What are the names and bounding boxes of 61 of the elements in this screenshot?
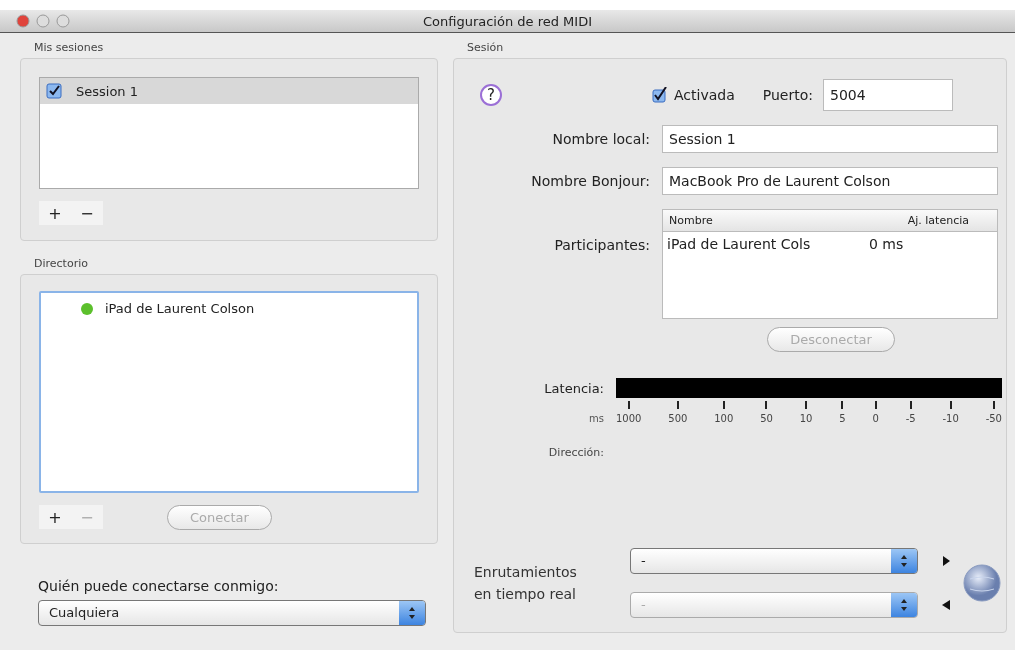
window-title: Configuración de red MIDI xyxy=(422,13,593,29)
scale-label: -10 xyxy=(942,413,959,424)
stepper-arrows-icon xyxy=(900,598,908,612)
add-button[interactable]: + xyxy=(39,505,71,529)
scale-label: 5 xyxy=(839,413,846,424)
output-arrow-icon xyxy=(942,556,950,566)
globe-icon xyxy=(962,563,1002,603)
scale-label: -50 xyxy=(985,413,1002,424)
group-label: Directorio xyxy=(33,256,89,272)
stepper-arrows-icon xyxy=(900,554,908,568)
help-button[interactable]: ? xyxy=(480,84,502,106)
tick-mark xyxy=(765,401,768,409)
close-button[interactable] xyxy=(16,14,30,28)
scale-label: 500 xyxy=(668,413,688,424)
field-label: Latencia: xyxy=(543,380,604,396)
field-label: Participantes: xyxy=(553,237,650,253)
group-label: Sesión xyxy=(466,40,505,56)
field-label: Nombre Bonjour: xyxy=(530,173,650,189)
tick-mark xyxy=(949,401,952,409)
session-name: Session 1 xyxy=(76,83,138,99)
bonjour-name-field[interactable]: MacBook Pro de Laurent Colson xyxy=(662,167,998,195)
tick-mark xyxy=(722,401,725,409)
scale-label: 50 xyxy=(760,413,773,424)
scale-label: -5 xyxy=(905,413,916,424)
popup-select[interactable]: Cualquiera xyxy=(38,600,426,626)
tick-mark xyxy=(676,401,679,409)
input-arrow-icon xyxy=(942,600,950,610)
tick-mark xyxy=(909,401,912,409)
tick-mark xyxy=(841,401,844,409)
session-row[interactable]: Session 1 xyxy=(40,78,418,104)
minimize-button[interactable] xyxy=(36,14,50,28)
scale-label: 1000 xyxy=(616,413,642,424)
local-name-field[interactable]: Session 1 xyxy=(662,125,998,153)
group-label: Mis sesiones xyxy=(33,40,105,56)
column-header[interactable]: Aj. latencia xyxy=(865,214,975,227)
tick-mark xyxy=(627,401,630,409)
unit-label: ms xyxy=(588,413,604,424)
tick-mark xyxy=(992,401,995,409)
enabled-checkbox[interactable]: Activada xyxy=(652,87,735,103)
remove-button[interactable]: − xyxy=(71,201,103,225)
zoom-button[interactable] xyxy=(56,14,70,28)
device-name[interactable]: iPad de Laurent Colson xyxy=(105,301,255,316)
field-label: Dirección: xyxy=(547,446,604,459)
scale-label: 100 xyxy=(714,413,734,424)
stepper-arrows-icon xyxy=(408,606,416,620)
scale-label: 10 xyxy=(799,413,813,424)
port-field[interactable]: 5004 xyxy=(822,79,953,111)
scale-label: 0 xyxy=(872,413,879,424)
checkbox[interactable] xyxy=(652,87,668,103)
field-label: Puerto: xyxy=(762,87,813,103)
table-cell-text: iPad de Laurent Cols xyxy=(666,236,812,252)
table-cell-text: 0 ms xyxy=(868,236,905,252)
add-button[interactable]: + xyxy=(39,201,71,225)
tick-mark xyxy=(805,401,808,409)
column-header[interactable]: Nombre xyxy=(663,214,865,227)
popup-select[interactable]: - xyxy=(630,548,918,574)
field-label: Quién puede conectarse conmigo: xyxy=(38,578,280,594)
field-label: Enrutamientos en tiempo real xyxy=(474,562,578,604)
field-label: Nombre local: xyxy=(551,131,650,147)
checkbox[interactable] xyxy=(46,83,62,99)
tick-mark xyxy=(874,401,877,409)
